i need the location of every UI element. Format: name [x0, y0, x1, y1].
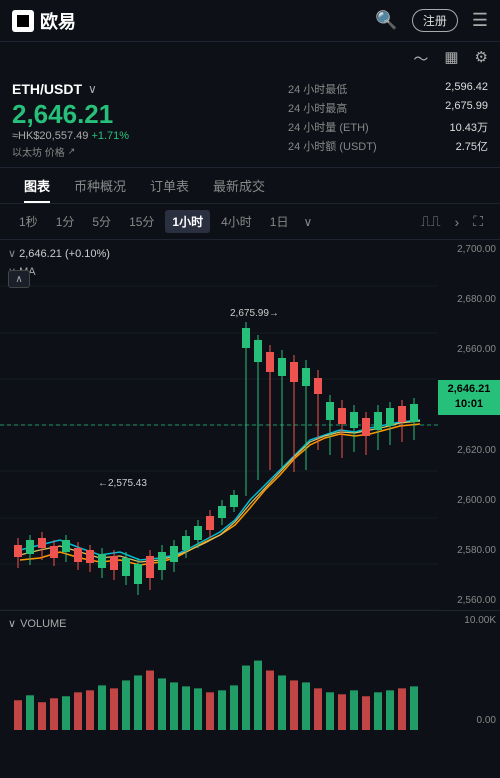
- platform-label: 以太坊 价格: [12, 144, 65, 159]
- hk-price: ≈HK$20,557.49 +1.71%: [12, 130, 288, 142]
- volume-chevron: ∨: [8, 617, 16, 630]
- overlay-price: 2,646.21 (+0.10%): [19, 248, 110, 260]
- price-bar: ETH/USDT ∨ 2,646.21 ≈HK$20,557.49 +1.71%…: [0, 71, 500, 168]
- interval-4h[interactable]: 4小时: [214, 210, 259, 233]
- volume-section: ∨ VOLUME 10.00K 0.00: [0, 610, 500, 730]
- change-pct: +1.71%: [91, 130, 129, 142]
- vol-eth-value: 10.43万: [449, 119, 488, 135]
- price-level-7: 2,580.00: [438, 545, 496, 556]
- register-button[interactable]: 注册: [412, 9, 458, 32]
- price-level-1: 2,700.00: [438, 244, 496, 255]
- interval-bar: 1秒 1分 5分 15分 1小时 4小时 1日 ∨ ⎍⎍ › ⛶: [0, 204, 500, 240]
- volume-axis-bottom: 0.00: [442, 715, 496, 726]
- interval-1h[interactable]: 1小时: [165, 210, 210, 233]
- stat-high: 24 小时最高 2,675.99: [288, 100, 488, 116]
- vol-usdt-label: 24 小时额 (USDT): [288, 138, 377, 154]
- tab-orderbook[interactable]: 订单表: [138, 168, 201, 203]
- current-price-tag: 2,646.21 10:01: [438, 380, 500, 415]
- main-price: 2,646.21: [12, 101, 288, 127]
- logo: 欧易: [12, 8, 76, 34]
- price-level-8: 2,560.00: [438, 595, 496, 606]
- pair-row: ETH/USDT ∨: [12, 81, 288, 97]
- header: 欧易 🔍 注册 ☰: [0, 0, 500, 42]
- annotation-high: 2,675.99→: [230, 308, 279, 319]
- price-axis: 2,700.00 2,680.00 2,660.00 2,640.00 2,62…: [438, 240, 500, 610]
- interval-more[interactable]: ∨: [299, 212, 316, 232]
- pair-arrow[interactable]: ∨: [88, 82, 97, 96]
- tab-trades[interactable]: 最新成交: [201, 168, 277, 203]
- low-label: 24 小时最低: [288, 81, 347, 97]
- candles: [14, 322, 418, 595]
- ma-expand-button[interactable]: ∧: [8, 270, 30, 288]
- interval-15m[interactable]: 15分: [122, 210, 161, 233]
- interval-5m[interactable]: 5分: [85, 210, 118, 233]
- vol-usdt-value: 2.75亿: [456, 138, 488, 154]
- volume-axis: 10.00K 0.00: [438, 611, 500, 730]
- menu-icon[interactable]: ☰: [472, 10, 488, 31]
- price-level-6: 2,600.00: [438, 495, 496, 506]
- price-level-3: 2,660.00: [438, 344, 496, 355]
- header-right: 🔍 注册 ☰: [375, 9, 488, 32]
- annotation-low: ←2,575.43: [98, 478, 147, 489]
- volume-label: ∨ VOLUME: [8, 617, 67, 630]
- tab-bar: 图表 币种概况 订单表 最新成交: [0, 168, 500, 204]
- top-icon-row: 〜 ▦ ⚙: [0, 42, 500, 71]
- interval-1d[interactable]: 1日: [263, 210, 296, 233]
- price-level-5: 2,620.00: [438, 445, 496, 456]
- stat-vol-usdt: 24 小时额 (USDT) 2.75亿: [288, 138, 488, 154]
- platform-row: 以太坊 价格 ↗: [12, 144, 288, 159]
- price-tag-time: 10:01: [442, 397, 496, 412]
- external-link-icon: ↗: [68, 146, 76, 157]
- chart-container: ∨ 2,646.21 (+0.10%) ∨ MA ∧ 2,675.99→ ←2,…: [0, 240, 500, 610]
- wave-icon[interactable]: 〜: [413, 48, 428, 69]
- logo-text: 欧易: [40, 8, 76, 34]
- tab-overview[interactable]: 币种概况: [62, 168, 138, 203]
- low-value: 2,596.42: [445, 81, 488, 97]
- logo-icon: [12, 10, 34, 32]
- vol-eth-label: 24 小时量 (ETH): [288, 119, 369, 135]
- price-tag-value: 2,646.21: [442, 382, 496, 397]
- candlestick-chart: [0, 240, 438, 610]
- high-label: 24 小时最高: [288, 100, 347, 116]
- volume-axis-top: 10.00K: [442, 615, 496, 626]
- volume-text: VOLUME: [20, 618, 66, 630]
- hk-price-value: ≈HK$20,557.49: [12, 130, 88, 142]
- settings-icon[interactable]: ⚙: [475, 48, 488, 69]
- search-icon[interactable]: 🔍: [375, 10, 397, 31]
- pair-name[interactable]: ETH/USDT: [12, 81, 82, 97]
- price-level-2: 2,680.00: [438, 294, 496, 305]
- price-right: 24 小时最低 2,596.42 24 小时最高 2,675.99 24 小时量…: [288, 81, 488, 159]
- interval-1m[interactable]: 1分: [49, 210, 82, 233]
- tab-chart[interactable]: 图表: [12, 168, 62, 203]
- price-left: ETH/USDT ∨ 2,646.21 ≈HK$20,557.49 +1.71%…: [12, 81, 288, 159]
- expand-icon[interactable]: ›: [450, 212, 465, 232]
- fullscreen-icon[interactable]: ⛶: [468, 211, 488, 232]
- chart-type-icon[interactable]: ▦: [444, 48, 458, 69]
- indicator-icon[interactable]: ⎍⎍: [416, 211, 446, 232]
- interval-1s[interactable]: 1秒: [12, 210, 45, 233]
- stat-vol-eth: 24 小时量 (ETH) 10.43万: [288, 119, 488, 135]
- stat-low: 24 小时最低 2,596.42: [288, 81, 488, 97]
- high-value: 2,675.99: [445, 100, 488, 116]
- chart-price-display: ∨ 2,646.21 (+0.10%): [8, 246, 110, 264]
